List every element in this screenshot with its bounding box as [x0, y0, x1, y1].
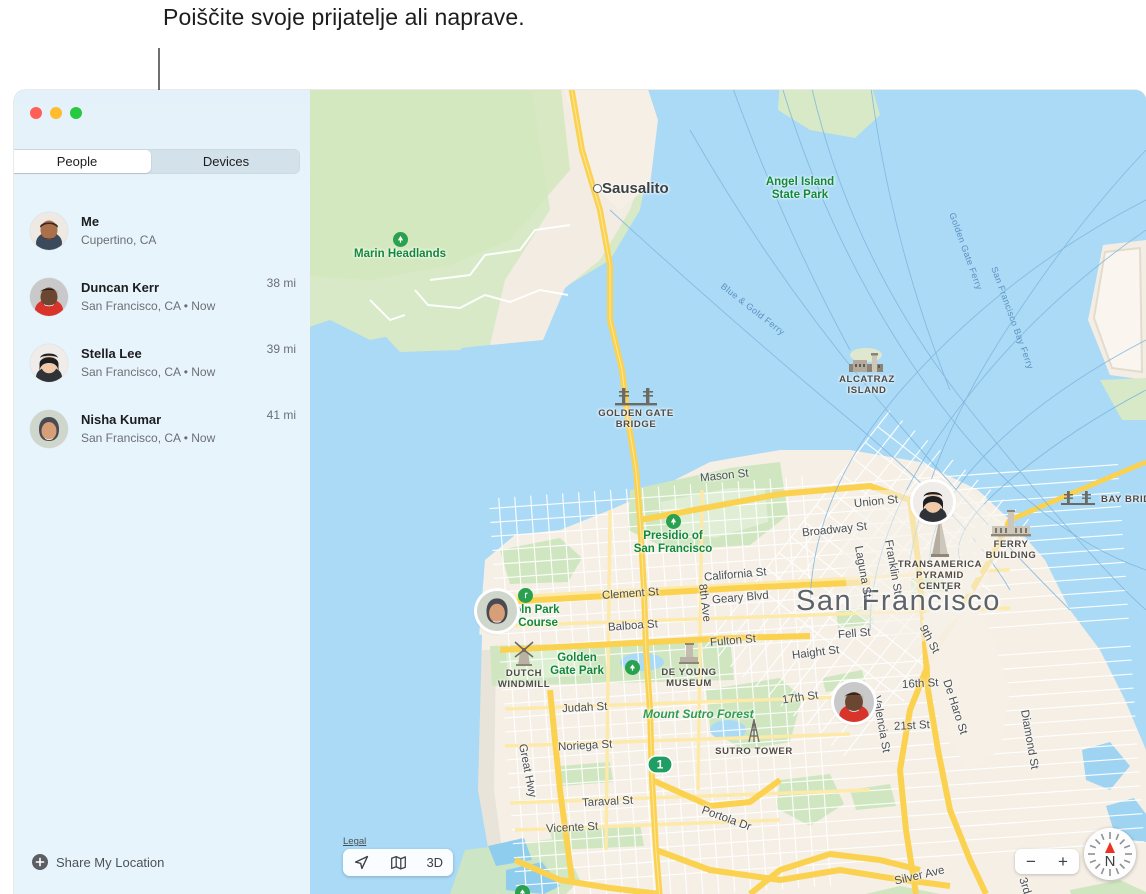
list-item-text: Nisha Kumar San Francisco, CA • Now — [81, 412, 267, 446]
sidebar: People Devices Me Cupertino, CA — [14, 90, 311, 894]
person-name: Duncan Kerr — [81, 280, 267, 296]
zoom-controls[interactable]: − + — [1015, 849, 1079, 874]
tab-people[interactable]: People — [14, 150, 151, 173]
find-my-window: People Devices Me Cupertino, CA — [14, 90, 1146, 894]
close-button[interactable] — [30, 107, 42, 119]
window-controls — [30, 107, 82, 119]
people-list: Me Cupertino, CA Duncan Kerr — [14, 198, 310, 462]
minimize-button[interactable] — [50, 107, 62, 119]
person-name: Stella Lee — [81, 346, 267, 362]
list-item[interactable]: Duncan Kerr San Francisco, CA • Now 38 m… — [14, 264, 310, 330]
list-item-text: Me Cupertino, CA — [81, 214, 296, 248]
avatar — [30, 212, 68, 250]
list-item-text: Stella Lee San Francisco, CA • Now — [81, 346, 267, 380]
list-item[interactable]: Stella Lee San Francisco, CA • Now 39 mi — [14, 330, 310, 396]
zoom-in-button[interactable]: + — [1058, 852, 1068, 872]
map-icon[interactable] — [390, 854, 407, 871]
map-canvas[interactable]: Sausalito San Francisco Marin Headlands … — [310, 90, 1146, 894]
compass-north-label: N — [1105, 853, 1116, 870]
map-pin-duncan-kerr[interactable] — [834, 682, 874, 722]
avatar — [30, 410, 68, 448]
person-name: Nisha Kumar — [81, 412, 267, 428]
person-distance: 39 mi — [267, 342, 296, 356]
share-my-location-button[interactable]: Share My Location — [32, 854, 164, 870]
person-location: San Francisco, CA • Now — [81, 364, 267, 380]
person-location: Cupertino, CA — [81, 232, 296, 248]
list-item[interactable]: Nisha Kumar San Francisco, CA • Now 41 m… — [14, 396, 310, 462]
zoom-button[interactable] — [70, 107, 82, 119]
person-name: Me — [81, 214, 296, 230]
people-devices-segmented-control[interactable]: People Devices — [14, 149, 300, 174]
person-distance: 41 mi — [267, 408, 296, 422]
location-arrow-icon[interactable] — [353, 854, 370, 871]
map-pin-nisha-kumar[interactable] — [477, 591, 517, 631]
person-location: San Francisco, CA • Now — [81, 298, 267, 314]
plus-circle-icon — [32, 854, 48, 870]
person-distance: 38 mi — [267, 276, 296, 290]
list-item[interactable]: Me Cupertino, CA — [14, 198, 310, 264]
map-pin-stella-lee[interactable] — [913, 482, 953, 522]
map-controls[interactable]: 3D — [343, 849, 453, 876]
share-my-location-label: Share My Location — [56, 855, 164, 870]
tab-devices[interactable]: Devices — [152, 149, 300, 174]
three-d-toggle[interactable]: 3D — [426, 855, 443, 870]
compass-control[interactable]: N — [1084, 828, 1136, 880]
zoom-out-button[interactable]: − — [1026, 852, 1036, 872]
map-geometry — [310, 90, 1146, 894]
list-item-text: Duncan Kerr San Francisco, CA • Now — [81, 280, 267, 314]
avatar — [30, 278, 68, 316]
avatar — [30, 344, 68, 382]
callout-text: Poiščite svoje prijatelje ali naprave. — [163, 0, 683, 34]
person-location: San Francisco, CA • Now — [81, 430, 267, 446]
legal-link[interactable]: Legal — [343, 836, 366, 847]
